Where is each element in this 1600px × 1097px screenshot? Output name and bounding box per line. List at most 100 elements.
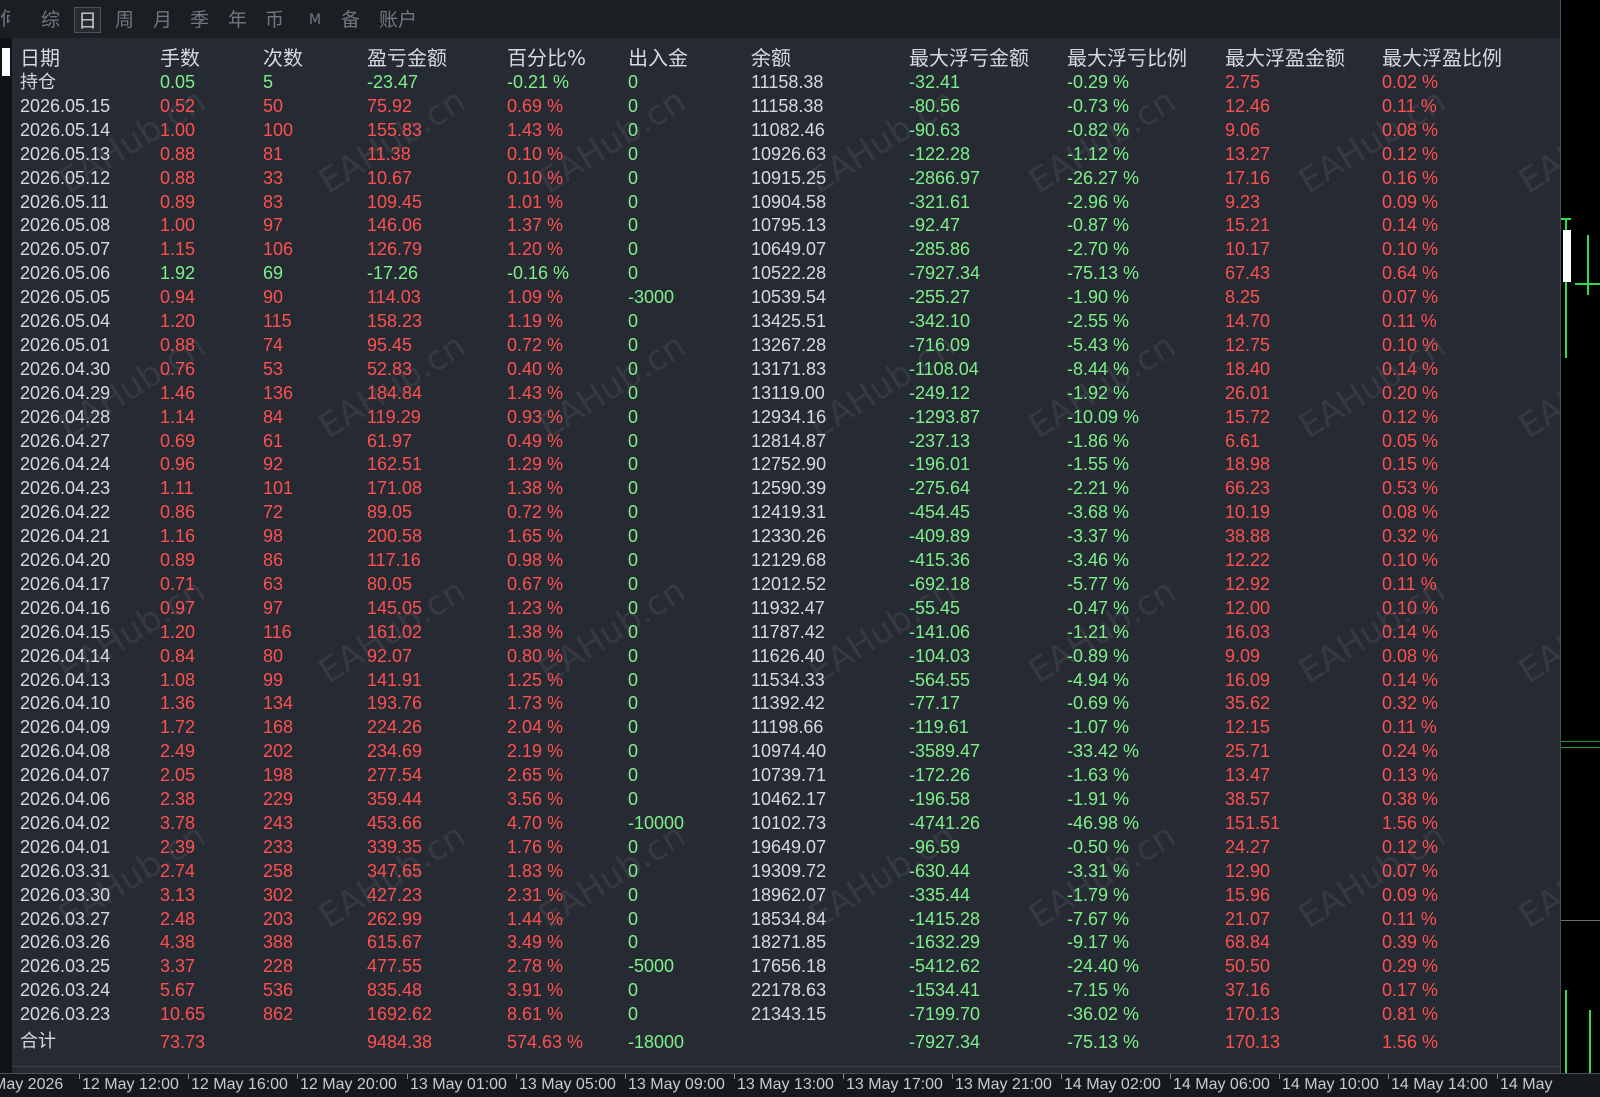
- cell-max-float-loss-amount: -285.86: [909, 239, 971, 259]
- cell-deposit-withdrawal: 0: [628, 1004, 639, 1024]
- cell-deposit-withdrawal: 0: [628, 72, 639, 92]
- cell-trades: 203: [263, 909, 294, 929]
- grid-line: [1561, 920, 1600, 921]
- cell-balance: 22178.63: [751, 980, 827, 1000]
- column-header-percent: 百分比%: [507, 46, 587, 70]
- cell-lots: 1.72: [160, 717, 196, 737]
- cell-percent: -0.16 %: [507, 263, 570, 283]
- cell-max-float-profit-amount: 12.22: [1225, 550, 1271, 570]
- cell-deposit-withdrawal: 0: [628, 96, 639, 116]
- tab-8[interactable]: M: [306, 7, 324, 33]
- cell-percent: 3.56 %: [507, 789, 564, 809]
- table-row: 2026.03.27 2.48 203 262.99 1.44 % 0 18534.84 -1…: [12, 907, 1560, 931]
- cell-max-float-loss-amount: -342.10: [909, 311, 971, 331]
- cell-percent: 1.76 %: [507, 837, 564, 857]
- cell-max-float-profit-ratio: 0.81 %: [1382, 1004, 1439, 1024]
- cell-trades: 228: [263, 956, 294, 976]
- cell-trades: 100: [263, 120, 294, 140]
- cell-trades: 106: [263, 239, 294, 259]
- cell-max-float-loss-amount: -1534.41: [909, 980, 981, 1000]
- cell-max-float-profit-amount: 13.27: [1225, 144, 1271, 164]
- tab-2[interactable]: 日: [74, 7, 102, 33]
- table-row: 2026.04.29 1.46 136 184.84 1.43 % 0 13119.00 -2…: [12, 381, 1560, 405]
- cell-max-float-profit-ratio: 0.12 %: [1382, 837, 1439, 857]
- cell-max-float-loss-amount: -7199.70: [909, 1004, 981, 1024]
- candle-wick: [1587, 235, 1589, 295]
- column-header-balance: 余额: [751, 46, 791, 70]
- tab-7[interactable]: 币: [262, 7, 287, 33]
- table-row: 2026.04.02 3.78 243 453.66 4.70 % -10000 10102…: [12, 811, 1560, 835]
- cell-max-float-loss-amount: -80.56: [909, 96, 961, 116]
- cell-max-float-profit-ratio: 0.09 %: [1382, 192, 1439, 212]
- table-row: 2026.04.17 0.71 63 80.05 0.67 % 0 12012.52 -692…: [12, 572, 1560, 596]
- cell-profit: -23.47: [367, 72, 419, 92]
- cell-lots: 2.48: [160, 909, 196, 929]
- cell-trades: 233: [263, 837, 294, 857]
- total-row: 合计 73.73 9484.38 574.63 % -18000 -7927.34 -75.…: [12, 1030, 1560, 1054]
- cell-trades: 5: [263, 72, 274, 92]
- tab-9[interactable]: 备: [338, 7, 363, 33]
- cell-balance: 12330.26: [751, 526, 827, 546]
- cell-max-float-profit-ratio: 0.53 %: [1382, 478, 1439, 498]
- cell-max-float-loss-amount: -692.18: [909, 574, 971, 594]
- cell-max-float-profit-amount: 12.00: [1225, 598, 1271, 618]
- cell-max-float-loss-ratio: -26.27 %: [1067, 168, 1140, 188]
- cell-trades: 97: [263, 598, 284, 618]
- cell-profit: 155.83: [367, 120, 423, 140]
- cell-percent: 0.72 %: [507, 335, 564, 355]
- cell-percent: 1.29 %: [507, 454, 564, 474]
- cell-trades: 136: [263, 383, 294, 403]
- cell-max-float-loss-amount: -409.89: [909, 526, 971, 546]
- tab-1[interactable]: 综: [38, 7, 63, 33]
- cell-balance: 18962.07: [751, 885, 827, 905]
- cell-date: 持仓: [20, 72, 56, 92]
- cell-max-float-loss-ratio: -5.43 %: [1067, 335, 1130, 355]
- cell-max-float-profit-ratio: 1.56 %: [1382, 1032, 1439, 1052]
- cell-date: 2026.04.30: [20, 359, 111, 379]
- cell-profit: 146.06: [367, 215, 423, 235]
- cell-max-float-profit-amount: 16.03: [1225, 622, 1271, 642]
- price-chart-edge[interactable]: [1560, 0, 1600, 1073]
- cell-max-float-profit-ratio: 1.56 %: [1382, 813, 1439, 833]
- cell-max-float-profit-amount: 10.17: [1225, 239, 1271, 259]
- cell-max-float-profit-amount: 170.13: [1225, 1032, 1281, 1052]
- cell-trades: 115: [263, 311, 292, 331]
- tab-4[interactable]: 月: [150, 7, 175, 33]
- cell-date: 2026.04.28: [20, 407, 111, 427]
- cell-trades: 134: [263, 693, 294, 713]
- cell-date: 2026.05.12: [20, 168, 111, 188]
- cell-profit: 75.92: [367, 96, 413, 116]
- cell-profit: 615.67: [367, 932, 423, 952]
- tab-3[interactable]: 周: [112, 7, 137, 33]
- tab-6[interactable]: 年: [225, 7, 250, 33]
- open-positions-row: 持仓 0.05 5 -23.47 -0.21 % 0 11158.38 -32.41 -0.29…: [12, 70, 1560, 94]
- cell-percent: 2.65 %: [507, 765, 564, 785]
- cell-date: 2026.05.11: [20, 192, 109, 212]
- cell-deposit-withdrawal: 0: [628, 168, 639, 188]
- cell-balance: 10649.07: [751, 239, 827, 259]
- tab-10[interactable]: 账户: [376, 7, 420, 33]
- cell-max-float-loss-amount: -90.63: [909, 120, 961, 140]
- cell-lots: 0.86: [160, 502, 196, 522]
- time-axis: May 2026 12 May 12:00 12 May 16:00 12 May 2…: [0, 1073, 1600, 1097]
- cell-lots: 0.71: [160, 574, 196, 594]
- cell-profit: 9484.38: [367, 1032, 433, 1052]
- cell-max-float-loss-amount: -275.64: [909, 478, 971, 498]
- cell-max-float-loss-ratio: -3.31 %: [1067, 861, 1130, 881]
- cell-balance: 19649.07: [751, 837, 827, 857]
- cell-percent: 1.44 %: [507, 909, 564, 929]
- table-row: 2026.04.23 1.11 101 171.08 1.38 % 0 12590.39 -2…: [12, 476, 1560, 500]
- cell-profit: 277.54: [367, 765, 423, 785]
- table-row: 2026.05.13 0.88 81 11.38 0.10 % 0 10926.63 -122…: [12, 142, 1560, 166]
- cell-trades: 92: [263, 454, 284, 474]
- cell-max-float-profit-ratio: 0.14 %: [1382, 622, 1439, 642]
- cell-max-float-loss-amount: -32.41: [909, 72, 961, 92]
- cell-percent: 0.10 %: [507, 168, 564, 188]
- time-axis-tick: [297, 1074, 298, 1079]
- tab-5[interactable]: 季: [187, 7, 212, 33]
- cell-date: 2026.04.24: [20, 454, 111, 474]
- cell-max-float-loss-ratio: -75.13 %: [1067, 263, 1140, 283]
- cell-profit: 145.05: [367, 598, 423, 618]
- cell-max-float-loss-ratio: -10.09 %: [1067, 407, 1140, 427]
- cell-lots: 0.88: [160, 335, 196, 355]
